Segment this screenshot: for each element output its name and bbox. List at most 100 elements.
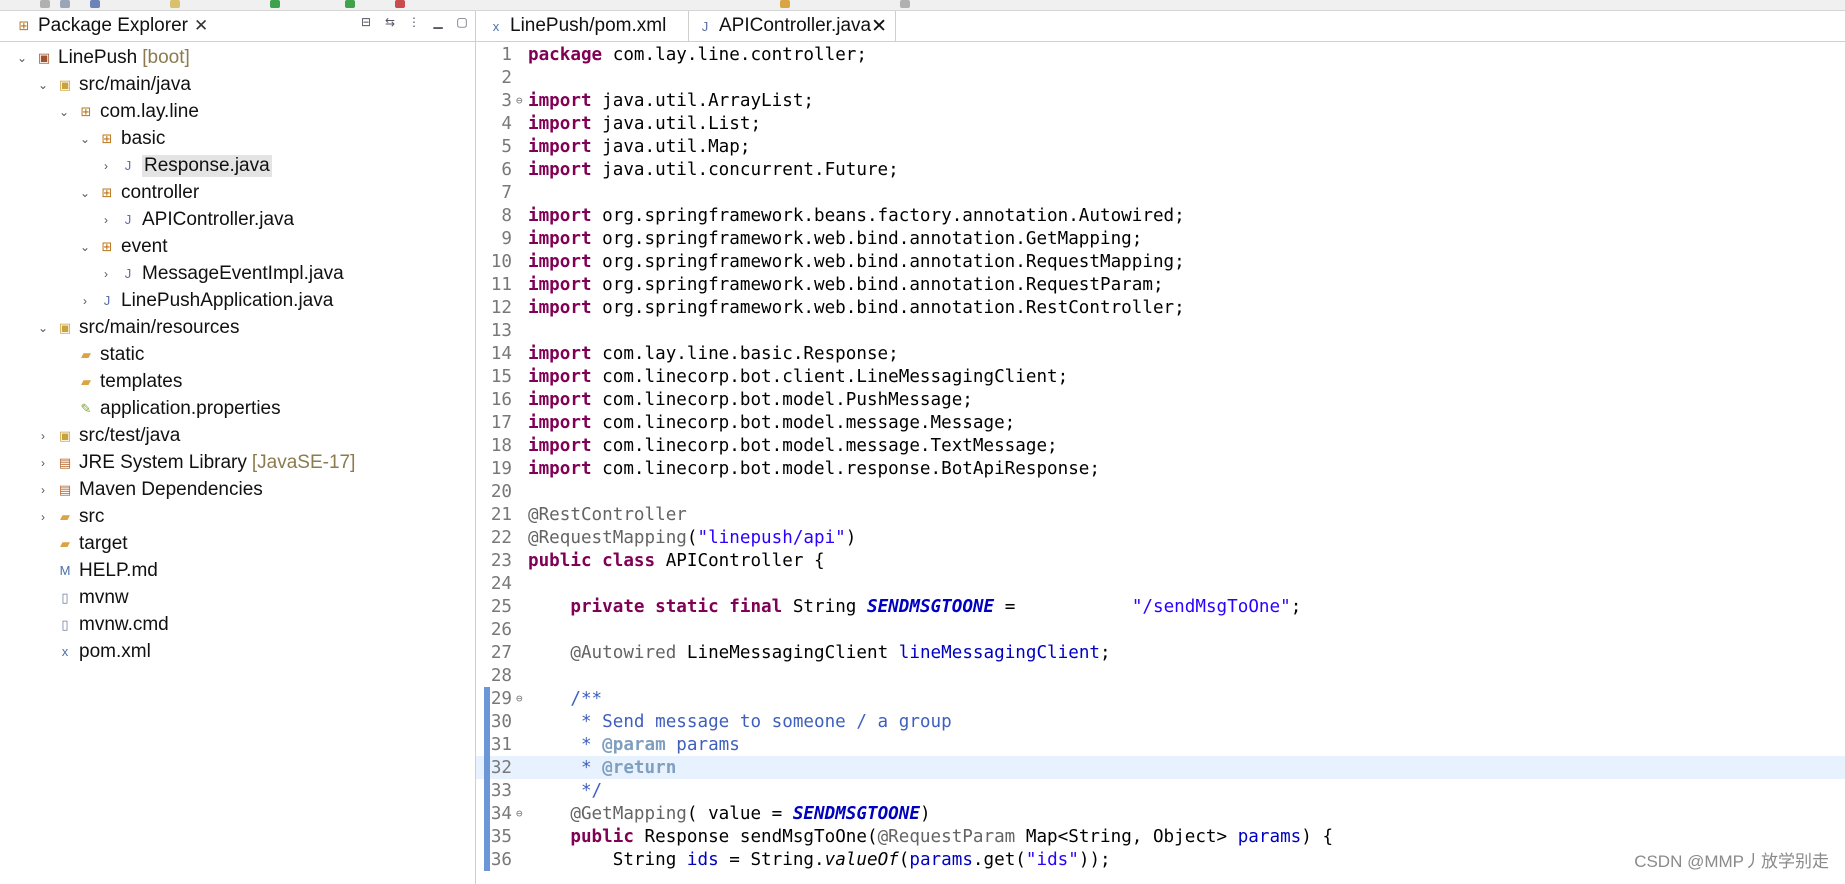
code-line[interactable]: 23 public class APIController {	[476, 549, 1845, 572]
fold-icon[interactable]: ⊖	[516, 94, 528, 107]
code-line[interactable]: 30 * Send message to someone / a group	[476, 710, 1845, 733]
tree-item[interactable]: ▰ static	[0, 341, 475, 368]
code-line[interactable]: 18 import com.linecorp.bot.model.message.…	[476, 434, 1845, 457]
collapse-toggle-icon[interactable]: ›	[98, 266, 114, 282]
tree-item[interactable]: ⌄ ▣ src/main/resources	[0, 314, 475, 341]
toolbar-icon[interactable]	[780, 0, 790, 8]
code-line[interactable]: 19 import com.linecorp.bot.model.response…	[476, 457, 1845, 480]
tree-item[interactable]: x pom.xml	[0, 638, 475, 665]
code-line[interactable]: 29 ⊖ /**	[476, 687, 1845, 710]
collapse-toggle-icon[interactable]: ›	[98, 212, 114, 228]
expand-toggle-icon[interactable]: ⌄	[35, 77, 51, 93]
tree-item[interactable]: › J Response.java	[0, 152, 475, 179]
collapse-toggle-icon[interactable]: ›	[35, 482, 51, 498]
toolbar-icon[interactable]	[60, 0, 70, 8]
tree-item[interactable]: ⌄ ⊞ basic	[0, 125, 475, 152]
tree-item[interactable]: › J MessageEventImpl.java	[0, 260, 475, 287]
collapse-toggle-icon[interactable]: ›	[98, 158, 114, 174]
collapse-all-icon[interactable]: ⊟	[359, 15, 373, 29]
tree-item[interactable]: › ▰ src	[0, 503, 475, 530]
code-line[interactable]: 1 package com.lay.line.controller;	[476, 43, 1845, 66]
collapse-toggle-icon[interactable]: ›	[35, 455, 51, 471]
code-line[interactable]: 34 ⊖ @GetMapping( value = SENDMSGTOONE)	[476, 802, 1845, 825]
expand-toggle-icon[interactable]: ⌄	[77, 131, 93, 147]
tree-item[interactable]: › J LinePushApplication.java	[0, 287, 475, 314]
fold-icon[interactable]: ⊖	[516, 807, 528, 820]
tree-item[interactable]: ▰ templates	[0, 368, 475, 395]
collapse-toggle-icon[interactable]: ›	[77, 293, 93, 309]
tree-item[interactable]: › ▣ src/test/java	[0, 422, 475, 449]
tab-apicontroller-java[interactable]: J APIController.java ✕	[688, 11, 896, 41]
toolbar-icon[interactable]	[40, 0, 50, 8]
code-line[interactable]: 27 @Autowired LineMessagingClient lineMe…	[476, 641, 1845, 664]
tree-item[interactable]: ⌄ ⊞ event	[0, 233, 475, 260]
tree-item[interactable]: ▰ target	[0, 530, 475, 557]
toolbar-icon[interactable]	[170, 0, 180, 8]
code-line[interactable]: 10 import org.springframework.web.bind.an…	[476, 250, 1845, 273]
tree-item[interactable]: M HELP.md	[0, 557, 475, 584]
tree-item[interactable]: ⌄ ⊞ com.lay.line	[0, 98, 475, 125]
line-number: 18	[490, 435, 512, 456]
tab-pom-xml[interactable]: x LinePush/pom.xml	[478, 11, 676, 41]
code-line[interactable]: 21 @RestController	[476, 503, 1845, 526]
fold-icon[interactable]: ⊖	[516, 692, 528, 705]
link-with-editor-icon[interactable]: ⇆	[383, 15, 397, 29]
code-line[interactable]: 35 public Response sendMsgToOne(@Request…	[476, 825, 1845, 848]
code-line[interactable]: 14 import com.lay.line.basic.Response;	[476, 342, 1845, 365]
code-line[interactable]: 31 * @param params	[476, 733, 1845, 756]
collapse-toggle-icon[interactable]: ›	[35, 509, 51, 525]
tree-item[interactable]: ⌄ ▣ src/main/java	[0, 71, 475, 98]
code-line[interactable]: 15 import com.linecorp.bot.client.LineMes…	[476, 365, 1845, 388]
code-line[interactable]: 22 @RequestMapping("linepush/api")	[476, 526, 1845, 549]
code-line[interactable]: 32 * @return	[476, 756, 1845, 779]
code-line[interactable]: 6 import java.util.concurrent.Future;	[476, 158, 1845, 181]
code-area[interactable]: 1 package com.lay.line.controller; 2 3 ⊖ impo…	[476, 43, 1845, 871]
code-line[interactable]: 12 import org.springframework.web.bind.an…	[476, 296, 1845, 319]
code-line[interactable]: 33 */	[476, 779, 1845, 802]
tree-item[interactable]: ✎ application.properties	[0, 395, 475, 422]
code-line[interactable]: 9 import org.springframework.web.bind.ann…	[476, 227, 1845, 250]
tree-item[interactable]: ▯ mvnw.cmd	[0, 611, 475, 638]
expand-toggle-icon[interactable]: ⌄	[77, 239, 93, 255]
collapse-toggle-icon[interactable]: ›	[35, 428, 51, 444]
code-line[interactable]: 5 import java.util.Map;	[476, 135, 1845, 158]
code-line[interactable]: 26	[476, 618, 1845, 641]
expand-toggle-icon[interactable]: ⌄	[14, 50, 30, 66]
toolbar-icon[interactable]	[900, 0, 910, 8]
code-line[interactable]: 13	[476, 319, 1845, 342]
code-line[interactable]: 17 import com.linecorp.bot.model.message.…	[476, 411, 1845, 434]
code-line[interactable]: 11 import org.springframework.web.bind.an…	[476, 273, 1845, 296]
code-line[interactable]: 28	[476, 664, 1845, 687]
tree-item[interactable]: ⌄ ⊞ controller	[0, 179, 475, 206]
toolbar-icon[interactable]	[270, 0, 280, 8]
tree-item[interactable]: › ▤ Maven Dependencies	[0, 476, 475, 503]
tab-package-explorer[interactable]: ⊞ Package Explorer ✕	[16, 11, 209, 41]
code-line[interactable]: 2	[476, 66, 1845, 89]
code-line[interactable]: 24	[476, 572, 1845, 595]
tree-item[interactable]: ⌄ ▣ LinePush [boot]	[0, 44, 475, 71]
toolbar-icon[interactable]	[90, 0, 100, 8]
view-menu-icon[interactable]: ⋮	[407, 15, 421, 29]
code-token: import	[528, 90, 592, 111]
toolbar-icon[interactable]	[345, 0, 355, 8]
tree-item[interactable]: › J APIController.java	[0, 206, 475, 233]
code-line[interactable]: 16 import com.linecorp.bot.model.PushMess…	[476, 388, 1845, 411]
code-line[interactable]: 8 import org.springframework.beans.factor…	[476, 204, 1845, 227]
expand-toggle-icon[interactable]: ⌄	[35, 320, 51, 336]
expand-toggle-icon[interactable]: ⌄	[56, 104, 72, 120]
code-line[interactable]: 25 private static final String SENDMSGTO…	[476, 595, 1845, 618]
expand-toggle-icon[interactable]: ⌄	[77, 185, 93, 201]
minimize-icon[interactable]: ▁	[431, 15, 445, 29]
tree-item[interactable]: › ▤ JRE System Library [JavaSE-17]	[0, 449, 475, 476]
maximize-icon[interactable]: ▢	[455, 15, 469, 29]
code-line[interactable]: 20	[476, 480, 1845, 503]
tree-item[interactable]: ▯ mvnw	[0, 584, 475, 611]
toolbar-icon[interactable]	[395, 0, 405, 8]
code-line[interactable]: 3 ⊖ import java.util.ArrayList;	[476, 89, 1845, 112]
close-icon[interactable]: ✕	[194, 16, 208, 36]
code-line[interactable]: 7	[476, 181, 1845, 204]
code-line[interactable]: 4 import java.util.List;	[476, 112, 1845, 135]
close-icon[interactable]: ✕	[871, 15, 887, 38]
